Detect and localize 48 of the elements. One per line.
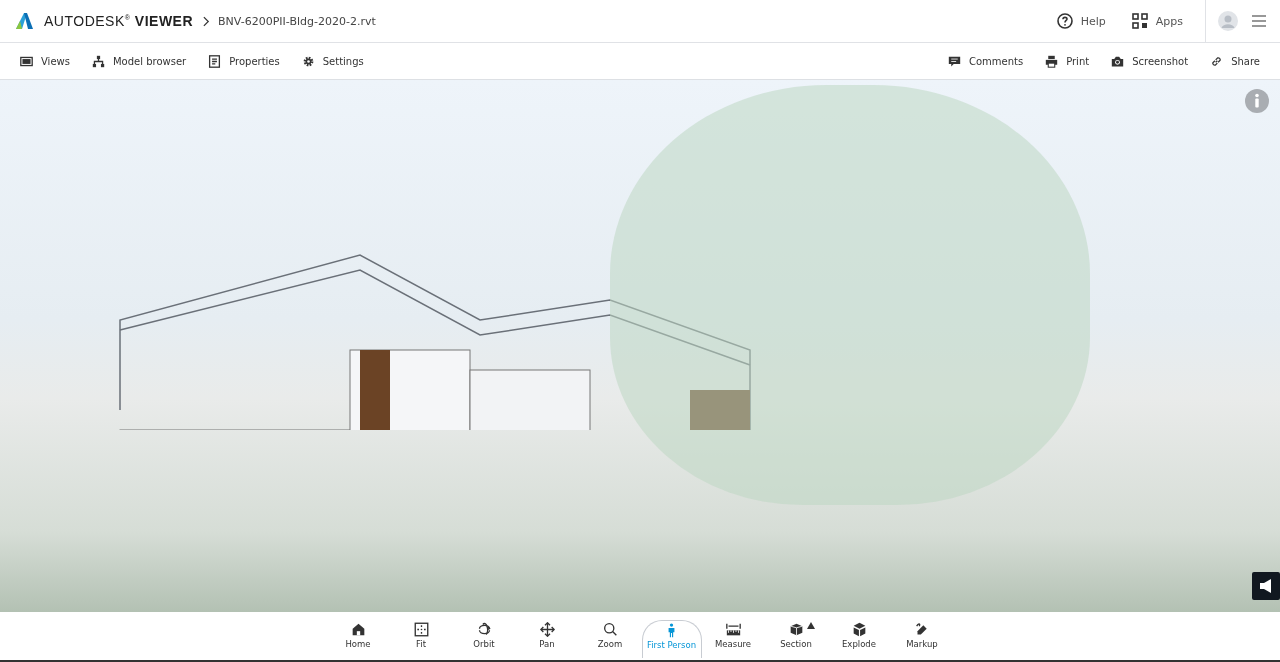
fit-icon	[413, 622, 429, 637]
orbit-icon	[476, 622, 492, 637]
tool-button[interactable]: Orbit	[452, 620, 516, 658]
cube-icon	[788, 622, 804, 637]
toolbar-button[interactable]: Model browser	[112, 55, 187, 67]
logo-icon	[14, 11, 34, 31]
tool-button[interactable]: Markup	[890, 620, 954, 658]
grid-icon	[1131, 13, 1148, 29]
toolbar-button[interactable]: Print	[1066, 55, 1090, 67]
tool-button[interactable]: First Person	[641, 620, 702, 658]
toolbar-button[interactable]: Settings	[322, 55, 364, 67]
caret-icon	[806, 622, 815, 629]
printer-icon	[1045, 54, 1059, 68]
tool-button[interactable]: Fit	[389, 620, 453, 658]
search-icon	[602, 622, 618, 637]
tool-button[interactable]: Zoom	[578, 620, 642, 658]
tool-button[interactable]: Measure	[701, 620, 765, 658]
megaphone-icon[interactable]	[1252, 572, 1280, 600]
camera-icon	[1111, 54, 1125, 68]
toolbar-button[interactable]: Comments	[968, 55, 1024, 67]
pen-icon	[914, 622, 930, 637]
tool-button[interactable]: Pan	[515, 620, 579, 658]
toolbar-button[interactable]: Share	[1231, 55, 1260, 67]
avatar-icon[interactable]	[1218, 11, 1238, 31]
tool-button[interactable]: Section	[764, 620, 828, 658]
tool-button[interactable]: Explode	[827, 620, 891, 658]
info-icon[interactable]	[1245, 89, 1269, 113]
link-icon	[1210, 54, 1224, 68]
comment-icon	[947, 54, 961, 68]
home-icon	[350, 622, 366, 637]
toolbar-button[interactable]: Views	[41, 55, 70, 67]
toolbar-button[interactable]: Properties	[229, 55, 280, 67]
tool-button[interactable]: Home	[326, 620, 390, 658]
hierarchy-icon	[91, 54, 105, 68]
chevron-icon	[203, 15, 211, 27]
app-title: AUTODESK$^{®}$ VIEWER	[44, 13, 194, 29]
file-name: BNV-6200PII-Bldg-2020-2.rvt	[218, 14, 376, 28]
document-icon	[208, 54, 222, 68]
settings-icon	[301, 54, 315, 68]
menu-icon[interactable]	[1252, 15, 1266, 27]
help-icon	[1056, 13, 1073, 29]
cube-icon	[851, 622, 867, 637]
help-link[interactable]: Help	[1080, 14, 1106, 28]
monitor-icon	[20, 54, 33, 68]
apps-link[interactable]: Apps	[1155, 14, 1183, 28]
toolbar-button[interactable]: Screenshot	[1132, 55, 1189, 67]
ruler-icon	[725, 622, 741, 637]
pan-icon	[539, 622, 555, 637]
